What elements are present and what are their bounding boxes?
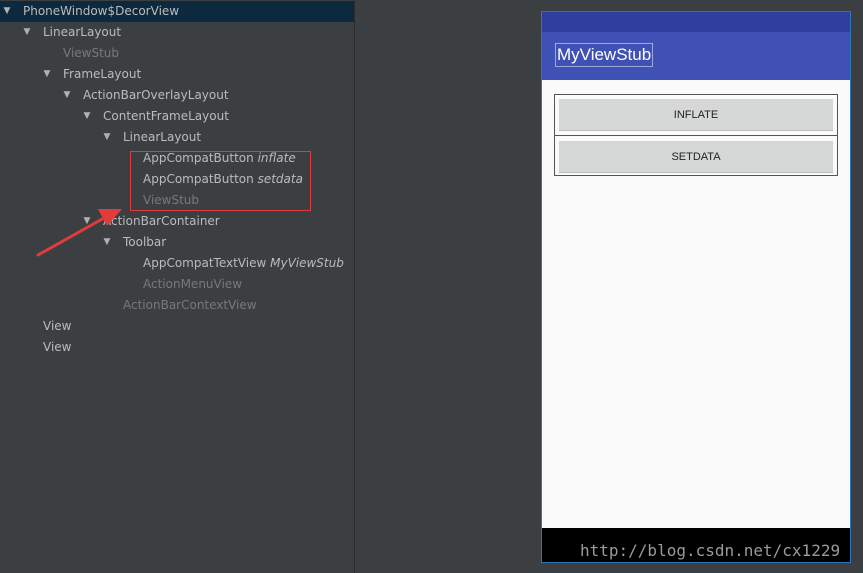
tree-node-id: MyViewStub: [270, 256, 344, 270]
tree-node-label: ActionBarContextView: [123, 298, 257, 312]
expand-arrow-icon[interactable]: ▼: [1, 1, 13, 22]
tree-node-label: LinearLayout: [123, 130, 202, 144]
device-screen-preview[interactable]: MyViewStub INFLATE SETDATA: [541, 11, 851, 563]
tree-node-label: PhoneWindow$DecorView: [23, 4, 180, 18]
watermark-url: http://blog.csdn.net/cx1229: [580, 541, 841, 560]
expand-arrow-icon[interactable]: ▼: [81, 106, 93, 127]
tree-node-label: ContentFrameLayout: [103, 109, 229, 123]
divider: [555, 135, 837, 136]
toolbar-title: MyViewStub: [555, 43, 654, 67]
tree-node-label: FrameLayout: [63, 67, 142, 81]
highlight-annotation-box: [130, 151, 311, 211]
expand-arrow-icon[interactable]: ▼: [101, 232, 113, 253]
tree-node-appcompattextview[interactable]: AppCompatTextView MyViewStub: [0, 253, 354, 274]
tree-node-label: ActionBarContainer: [103, 214, 220, 228]
tree-node-view[interactable]: View: [0, 337, 354, 358]
status-bar: [542, 12, 850, 32]
tree-node-actionbarcontainer[interactable]: ▼ ActionBarContainer: [0, 211, 354, 232]
tree-node-phonewindow-decorview[interactable]: ▼ PhoneWindow$DecorView: [0, 1, 354, 22]
tree-node-label: View: [43, 340, 72, 354]
tree-node-label: ActionMenuView: [143, 277, 243, 291]
linearlayout-outline: INFLATE SETDATA: [554, 94, 838, 176]
app-toolbar: MyViewStub: [542, 32, 850, 80]
tree-node-actionbaroverlaylayout[interactable]: ▼ ActionBarOverlayLayout: [0, 85, 354, 106]
tree-node-linearlayout-inner[interactable]: ▼ LinearLayout: [0, 127, 354, 148]
tree-node-label: ViewStub: [63, 46, 120, 60]
tree-node-label: View: [43, 319, 72, 333]
expand-arrow-icon[interactable]: ▼: [101, 127, 113, 148]
tree-node-view[interactable]: View: [0, 316, 354, 337]
tree-node-label: Toolbar: [123, 235, 167, 249]
tree-node-toolbar[interactable]: ▼ Toolbar: [0, 232, 354, 253]
expand-arrow-icon[interactable]: ▼: [41, 64, 53, 85]
content-area: INFLATE SETDATA: [542, 80, 850, 528]
tree-node-actionbarcontextview[interactable]: ActionBarContextView: [0, 295, 354, 316]
inflate-button[interactable]: INFLATE: [559, 99, 833, 131]
expand-arrow-icon[interactable]: ▼: [81, 211, 93, 232]
view-hierarchy-panel: ▼ PhoneWindow$DecorView ▼ LinearLayout V…: [0, 0, 355, 573]
tree-node-framelayout[interactable]: ▼ FrameLayout: [0, 64, 354, 85]
tree-node-contentframelayout[interactable]: ▼ ContentFrameLayout: [0, 106, 354, 127]
tree-node-linearlayout[interactable]: ▼ LinearLayout: [0, 22, 354, 43]
tree-node-label: LinearLayout: [43, 25, 122, 39]
expand-arrow-icon[interactable]: ▼: [21, 22, 33, 43]
tree-node-viewstub[interactable]: ViewStub: [0, 43, 354, 64]
tree-node-label: ActionBarOverlayLayout: [83, 88, 229, 102]
expand-arrow-icon[interactable]: ▼: [61, 85, 73, 106]
setdata-button[interactable]: SETDATA: [559, 141, 833, 173]
tree-node-actionmenuview[interactable]: ActionMenuView: [0, 274, 354, 295]
tree-node-label: AppCompatTextView: [143, 256, 267, 270]
